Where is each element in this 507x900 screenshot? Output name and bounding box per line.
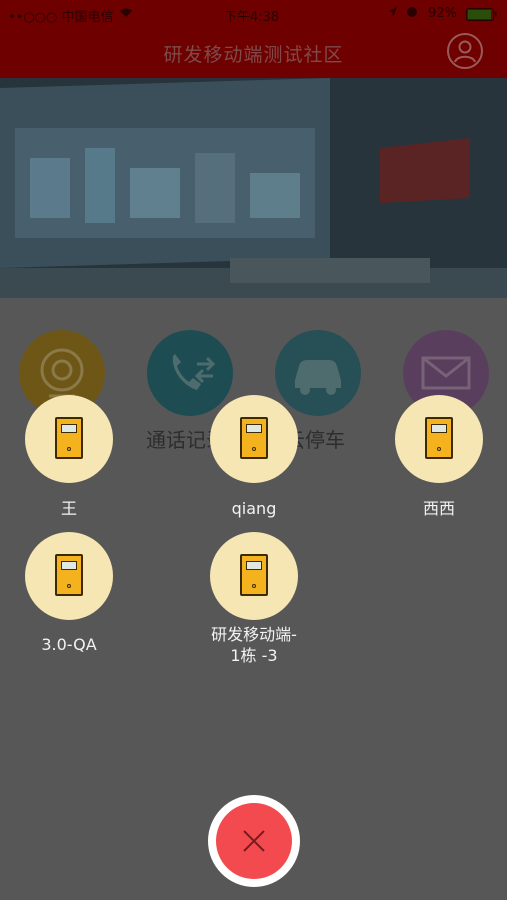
door-icon [240,554,268,596]
nav-bar: 研发移动端测试社区 [0,28,507,78]
door-label: 王 [60,499,77,518]
door-label: 3.0-QA [41,635,97,654]
battery-icon [466,8,498,25]
car-icon [295,360,341,395]
wifi-icon [118,6,134,22]
alarm-icon [406,6,418,22]
door-item[interactable] [210,395,298,483]
close-button[interactable] [216,803,292,879]
status-bar: ••○○○ 中国电信 下午4:38 92% [0,0,507,28]
phone-transfer-icon [172,354,216,390]
carrier-label: ••○○○ 中国电信 [8,10,114,25]
feature-cloud-parking[interactable] [275,330,361,416]
feature-call-log[interactable] [147,330,233,416]
door-item[interactable] [25,395,113,483]
door-label: 研发移动端- 1栋 -3 [211,625,297,665]
door-label: qiang [231,499,277,518]
page-title: 研发移动端测试社区 [163,44,344,66]
door-icon [240,417,268,459]
close-icon [243,830,265,852]
battery-label: 92% [428,6,457,21]
door-icon [55,554,83,596]
user-icon [454,40,476,63]
user-profile-button[interactable] [447,33,483,69]
door-icon [55,417,83,459]
door-icon [425,417,453,459]
door-item[interactable] [210,532,298,620]
close-button-ring [208,795,300,887]
banner-image [0,78,507,298]
door-item[interactable] [395,395,483,483]
location-icon [388,6,398,22]
door-item[interactable] [25,532,113,620]
door-label: 西西 [422,499,455,518]
clock: 下午4:38 [224,10,280,25]
